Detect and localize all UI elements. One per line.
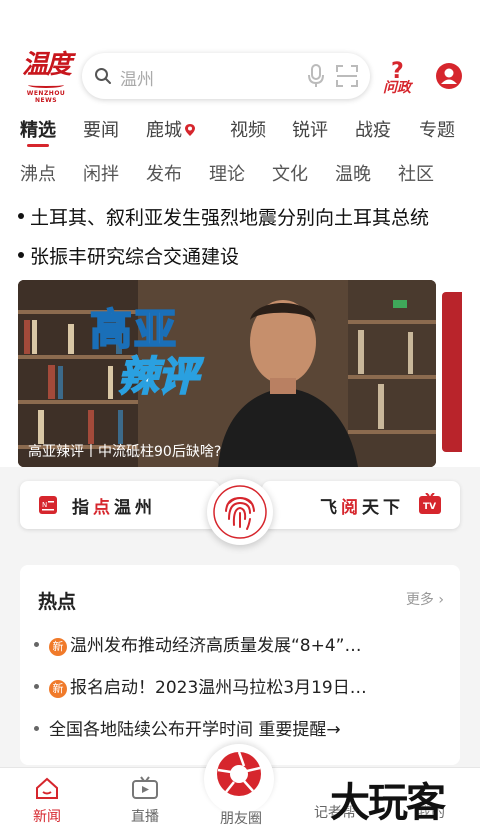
- aperture-icon: [217, 751, 261, 796]
- sub-channel-tabs: 沸点 闲拌 发布 理论 文化 温晚 社区: [0, 158, 480, 188]
- hot-section-wrapper: 热点 更多 › 新温州发布推动经济高质量发展“8+4”… 新报名启动！2023温…: [0, 557, 480, 767]
- bullet-dot: [18, 252, 24, 258]
- hot-item[interactable]: 全国各地陆续公布开学时间 重要提醒→: [34, 715, 452, 740]
- more-label: 更多: [405, 592, 434, 608]
- bullet-dot: [34, 726, 39, 731]
- subtab-chat[interactable]: 闲拌: [83, 160, 119, 186]
- label-part: 指: [72, 498, 93, 518]
- hot-title: 热点: [38, 591, 77, 613]
- read-world-card[interactable]: 飞阅天下 TV: [262, 481, 460, 529]
- point-wenzhou-label: 指点温州: [72, 493, 156, 518]
- ask-government-icon[interactable]: ? 问政: [383, 56, 423, 96]
- subtab-community[interactable]: 社区: [398, 160, 434, 186]
- hot-item-text: 温州发布推动经济高质量发展“8+4”…: [70, 636, 362, 656]
- tv-label: TV: [423, 502, 436, 512]
- nav-news-label: 新闻: [33, 809, 61, 825]
- hot-item-text: 全国各地陆续公布开学时间 重要提醒→: [49, 720, 341, 740]
- logo-decoration: [28, 82, 64, 88]
- label-part: 温州: [114, 498, 156, 518]
- scan-icon[interactable]: [336, 65, 358, 87]
- search-bar[interactable]: 温州: [82, 53, 370, 99]
- banner-image: [18, 280, 436, 467]
- app-header: 温度 WENZHOU NEWS 温州 ? 问政: [0, 0, 480, 110]
- ask-label: 问政: [383, 79, 414, 96]
- label-highlight: 阅: [341, 498, 362, 518]
- label-part: 飞: [320, 498, 341, 518]
- label-highlight: 点: [93, 498, 114, 518]
- subtab-culture[interactable]: 文化: [272, 160, 308, 186]
- hot-item[interactable]: 新温州发布推动经济高质量发展“8+4”…: [34, 631, 452, 656]
- tab-lucheng-label: 鹿城: [146, 120, 182, 141]
- next-banner-peek[interactable]: [442, 292, 462, 452]
- subtab-theory[interactable]: 理论: [209, 160, 245, 186]
- banner-show-subtitle: 辣评: [117, 353, 199, 401]
- new-badge: 新: [49, 638, 67, 656]
- headline-item[interactable]: 土耳其、叙利亚发生强烈地震分别向土耳其总统: [18, 203, 480, 230]
- tab-commentary[interactable]: 锐评: [292, 116, 328, 142]
- new-badge: 新: [49, 680, 67, 698]
- subtab-hotspot[interactable]: 沸点: [20, 160, 56, 186]
- fingerprint-button[interactable]: [207, 479, 273, 545]
- headline-text: 土耳其、叙利亚发生强烈地震分别向土耳其总统: [30, 207, 430, 229]
- banner-caption: 高亚辣评丨中流砥柱90后缺啥?: [28, 444, 222, 460]
- bullet-dot: [34, 642, 39, 647]
- point-wenzhou-card[interactable]: N 指点温州: [20, 481, 220, 529]
- app-logo[interactable]: 温度 WENZHOU NEWS: [18, 50, 74, 104]
- location-pin-icon: [185, 124, 195, 136]
- chevron-right-icon: ›: [433, 592, 444, 608]
- nav-news[interactable]: 新闻: [12, 776, 82, 826]
- active-tab-indicator: [27, 144, 49, 147]
- feature-nav-strip: N 指点温州 飞阅天下 TV: [0, 467, 480, 557]
- read-world-label: 飞阅天下: [320, 493, 404, 518]
- logo-text: 温度: [21, 50, 72, 80]
- newspaper-icon: N: [39, 496, 57, 514]
- user-avatar-icon[interactable]: [436, 63, 462, 89]
- hot-item-text: 报名启动！2023温州马拉松3月19日…: [70, 678, 367, 698]
- tab-video[interactable]: 视频: [230, 116, 266, 142]
- home-icon: [36, 777, 58, 799]
- tab-topics[interactable]: 专题: [419, 116, 455, 142]
- channel-tabs: 精选 要闻 鹿城 视频 锐评 战疫 专题: [0, 112, 480, 148]
- microphone-icon[interactable]: [308, 64, 324, 88]
- tv-icon: TV: [419, 493, 441, 514]
- subtab-evening[interactable]: 温晚: [335, 160, 371, 186]
- hot-card: 热点 更多 › 新温州发布推动经济高质量发展“8+4”… 新报名启动！2023温…: [20, 565, 460, 765]
- headline-text: 张振丰研究综合交通建设: [30, 246, 240, 268]
- bullet-dot: [34, 684, 39, 689]
- more-link[interactable]: 更多 ›: [406, 589, 444, 609]
- nav-live-label: 直播: [131, 809, 159, 825]
- label-part: 天下: [362, 498, 404, 518]
- hot-item[interactable]: 新报名启动！2023温州马拉松3月19日…: [34, 673, 452, 698]
- search-placeholder: 温州: [120, 70, 154, 90]
- feature-banner[interactable]: 高亚 辣评 高亚辣评丨中流砥柱90后缺啥?: [18, 280, 436, 467]
- headline-item[interactable]: 张振丰研究综合交通建设: [18, 242, 480, 269]
- tab-lucheng[interactable]: 鹿城: [146, 116, 196, 142]
- svg-text:N: N: [42, 501, 47, 509]
- fingerprint-icon: [213, 485, 267, 539]
- tab-featured[interactable]: 精选: [20, 116, 56, 142]
- tab-news[interactable]: 要闻: [83, 116, 119, 142]
- nav-moments-label: 朋友圈: [220, 811, 262, 827]
- bullet-dot: [18, 213, 24, 219]
- subtab-release[interactable]: 发布: [146, 160, 182, 186]
- logo-subtitle: WENZHOU NEWS: [26, 90, 66, 104]
- nav-live[interactable]: 直播: [110, 776, 180, 826]
- live-tv-icon: [132, 776, 158, 799]
- search-icon: [95, 68, 111, 84]
- tab-epidemic[interactable]: 战疫: [355, 116, 391, 142]
- nav-moments-button[interactable]: [204, 744, 274, 814]
- watermark-text: 大玩客: [330, 780, 446, 826]
